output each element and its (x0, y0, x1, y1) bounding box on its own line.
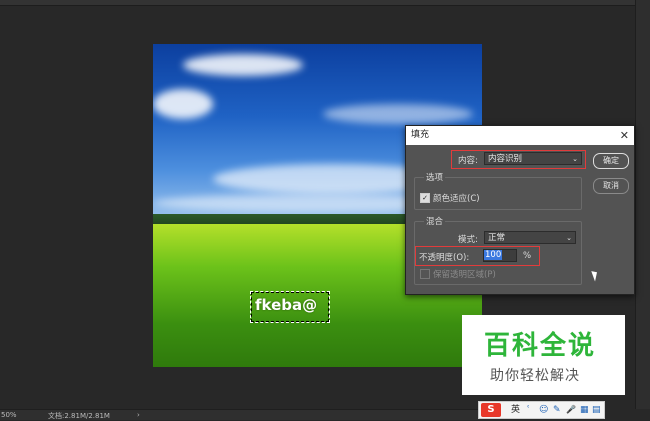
opacity-input[interactable]: 100 (483, 249, 517, 262)
ok-button[interactable]: 确定 (593, 153, 629, 169)
options-group-label: 选项 (424, 171, 446, 183)
watermark-title: 百科全说 (484, 331, 597, 361)
chevron-down-icon: ⌄ (566, 234, 572, 242)
chevron-down-icon: ⌄ (572, 155, 578, 163)
options-bar-edge (0, 0, 650, 6)
dialog-titlebar[interactable]: 填充 ✕ (406, 126, 634, 145)
opacity-label: 不透明度(O): (419, 253, 470, 263)
mode-select[interactable]: 正常 ⌄ (484, 231, 576, 244)
fill-dialog: 填充 ✕ 内容: 内容识别 ⌄ 确定 取消 选项 ✓ 颜色适应(C) 混合 模式… (405, 125, 635, 295)
document-size: 文档:2.81M/2.81M (48, 412, 110, 420)
color-adapt-checkbox[interactable]: ✓ (420, 193, 430, 203)
ime-toolbox-icon[interactable]: ▤ (592, 403, 601, 417)
status-arrow-icon[interactable]: › (137, 411, 140, 419)
color-adapt-label: 颜色适应(C) (433, 194, 480, 204)
mode-label: 模式: (458, 235, 478, 245)
content-select[interactable]: 内容识别 ⌄ (484, 152, 582, 165)
ime-punctuation-icon[interactable]: ʿ (527, 403, 530, 417)
selection-text: fkeba@ (255, 296, 318, 314)
content-value: 内容识别 (488, 154, 523, 164)
watermark-subtitle: 助你轻松解决 (490, 368, 580, 384)
right-panel-edge (635, 0, 650, 409)
dialog-title: 填充 (411, 130, 430, 140)
sogou-logo-icon[interactable]: S (481, 403, 501, 417)
preserve-transparency-label: 保留透明区域(P) (433, 270, 496, 280)
ime-pen-icon[interactable]: ✎ (553, 403, 561, 417)
ime-language-toggle[interactable]: 英 (511, 403, 520, 417)
cloud (183, 54, 303, 76)
cloud (153, 89, 213, 119)
ime-emoji-icon[interactable]: ☺ (539, 403, 548, 417)
zoom-level[interactable]: 50% (1, 411, 17, 419)
status-bar: 50% 文档:2.81M/2.81M › (0, 409, 480, 420)
mode-value: 正常 (488, 233, 506, 243)
blending-group-label: 混合 (424, 215, 446, 227)
cloud (323, 104, 473, 124)
ime-toolbar: S 英 ʿ ☺ ✎ 🎤 ▦ ▤ (478, 401, 605, 419)
ime-keyboard-icon[interactable]: ▦ (580, 403, 589, 417)
cancel-button[interactable]: 取消 (593, 178, 629, 194)
opacity-unit: % (523, 251, 532, 261)
watermark: 百科全说 助你轻松解决 (462, 315, 625, 395)
content-label: 内容: (458, 156, 478, 166)
close-icon[interactable]: ✕ (620, 126, 629, 145)
preserve-transparency-checkbox[interactable] (420, 269, 430, 279)
ime-microphone-icon[interactable]: 🎤 (566, 403, 576, 417)
opacity-value: 100 (484, 250, 503, 260)
